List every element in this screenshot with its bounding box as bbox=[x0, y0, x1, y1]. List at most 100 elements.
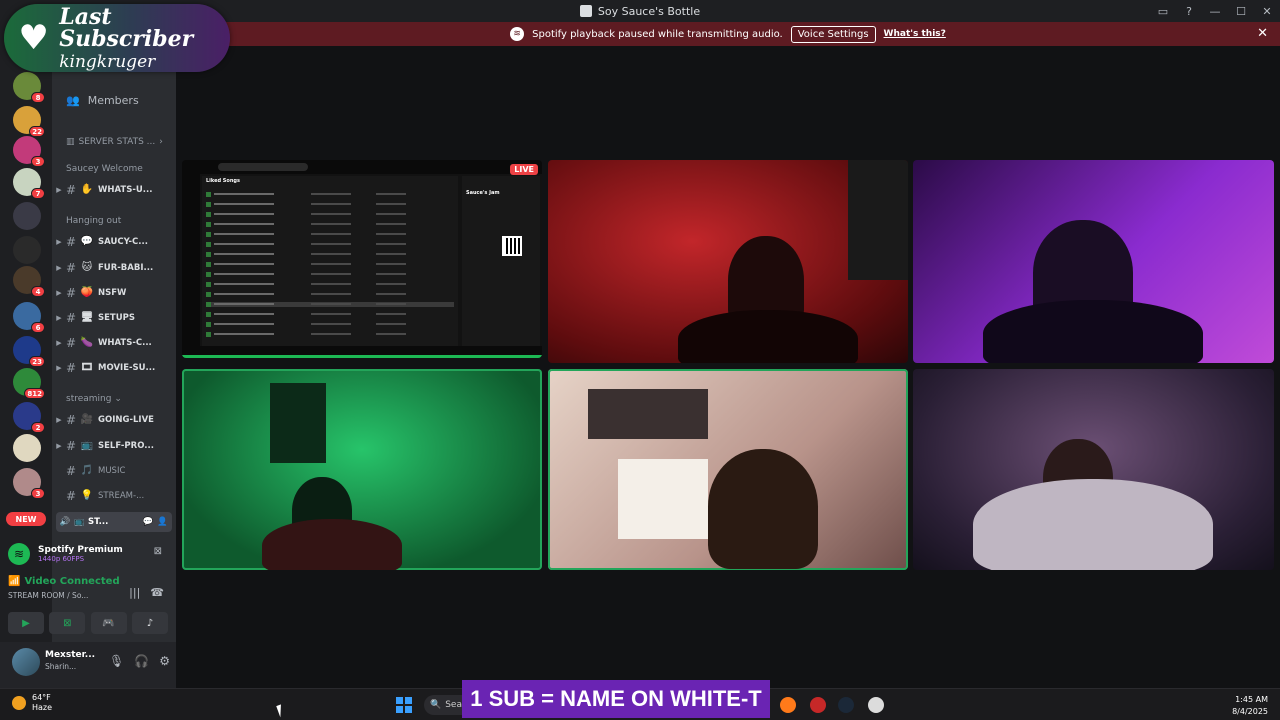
close-window-button[interactable]: ✕ bbox=[1254, 0, 1280, 22]
chat-icon[interactable]: 💬 bbox=[143, 517, 154, 527]
banner-close-icon[interactable]: ✕ bbox=[1257, 26, 1268, 41]
server-icon-5[interactable] bbox=[13, 202, 41, 230]
hash-icon: # bbox=[66, 336, 77, 350]
channel-label: SELF-PRO... bbox=[98, 441, 154, 451]
channel-whats-up[interactable]: ▶ # ✋ WHATS-U... bbox=[52, 180, 176, 200]
voice-action-row: ▶ ⊠ 🎮 ♪ bbox=[8, 612, 168, 636]
steam-icon[interactable] bbox=[838, 697, 854, 713]
voice-settings-button[interactable]: Voice Settings bbox=[790, 25, 876, 43]
category-streaming[interactable]: streaming ⌄ bbox=[66, 394, 122, 404]
music-icon: 🎵 bbox=[80, 465, 94, 476]
chrome-icon[interactable] bbox=[810, 697, 826, 713]
channel-movie-suggestions[interactable]: ▶ # 🎞 MOVIE-SU... bbox=[52, 358, 176, 378]
video-tile-3[interactable] bbox=[913, 160, 1274, 363]
server-icon-1[interactable]: 8 bbox=[13, 72, 45, 103]
noise-suppression-icon[interactable]: ||| bbox=[129, 586, 140, 599]
hash-icon: # bbox=[66, 311, 77, 325]
screen-share-stop-icon[interactable]: ⊠ bbox=[154, 546, 162, 557]
inbox-icon[interactable]: ▭ bbox=[1150, 0, 1176, 22]
weather-widget[interactable]: 64°F Haze bbox=[12, 693, 52, 712]
channel-label: FUR-BABI... bbox=[98, 263, 154, 273]
channel-setups[interactable]: ▶ # 🖥 SETUPS bbox=[52, 308, 176, 328]
wall-poster bbox=[588, 389, 708, 439]
video-tile-6[interactable] bbox=[913, 369, 1274, 570]
server-icon-6[interactable] bbox=[13, 236, 41, 264]
channel-fur-babies[interactable]: ▶ # 🐱 FUR-BABI... bbox=[52, 258, 176, 278]
soundboard-button[interactable]: ♪ bbox=[131, 612, 168, 634]
channel-self-promo[interactable]: ▶ # 📺 SELF-PRO... bbox=[52, 436, 176, 456]
person-head bbox=[708, 449, 818, 569]
camera-button[interactable]: ▶ bbox=[8, 612, 44, 634]
server-icon-7[interactable]: 4 bbox=[13, 266, 45, 297]
gear-icon[interactable]: ⚙ bbox=[159, 654, 170, 668]
members-item[interactable]: 👥 Members bbox=[66, 94, 139, 107]
microphone-icon[interactable]: 🎙 bbox=[109, 654, 124, 668]
spotify-title: Spotify Premium bbox=[38, 545, 123, 555]
heart-icon: ♥ bbox=[18, 18, 49, 58]
chevron-right-icon: ▶ bbox=[56, 289, 62, 297]
mention-badge: 6 bbox=[31, 322, 45, 333]
film-icon: 🎞 bbox=[80, 362, 94, 373]
mention-badge: 812 bbox=[24, 388, 45, 399]
spotify-icon: ≋ bbox=[510, 27, 525, 41]
add-user-icon[interactable]: 👤 bbox=[157, 517, 168, 527]
screen-share-button[interactable]: ⊠ bbox=[49, 612, 86, 634]
screen-share-tile[interactable]: Liked Songs Sauce's Jam LIVE bbox=[182, 160, 542, 358]
help-icon[interactable]: ? bbox=[1176, 0, 1202, 22]
server-icon-3[interactable]: 3 bbox=[13, 136, 45, 167]
channel-label: GOING-LIVE bbox=[98, 415, 154, 425]
firefox-icon[interactable] bbox=[780, 697, 796, 713]
whats-this-link[interactable]: What's this? bbox=[884, 29, 946, 39]
maximize-button[interactable]: ☐ bbox=[1228, 0, 1254, 22]
channel-label: MOVIE-SU... bbox=[98, 363, 156, 373]
mention-badge: 23 bbox=[29, 356, 45, 367]
spotify-activity-panel[interactable]: ≋ Spotify Premium 1440p 60FPS ⊠ bbox=[8, 538, 168, 570]
chevron-right-icon: ▶ bbox=[56, 442, 62, 450]
chevron-down-icon: ⌄ bbox=[114, 394, 122, 404]
video-tile-2[interactable] bbox=[548, 160, 908, 363]
server-icon-8[interactable]: 6 bbox=[13, 302, 45, 333]
server-icon-12[interactable] bbox=[13, 434, 41, 462]
mention-badge: 2 bbox=[31, 422, 45, 433]
server-icon-13[interactable]: 3 bbox=[13, 468, 45, 499]
username[interactable]: Mexster... bbox=[45, 650, 95, 660]
category-welcome[interactable]: Saucey Welcome bbox=[66, 164, 143, 174]
channel-going-live[interactable]: ▶ # 🎥 GOING-LIVE bbox=[52, 410, 176, 430]
headphones-icon[interactable]: 🎧 bbox=[134, 654, 149, 668]
last-subscriber-name: kingkruger bbox=[59, 51, 156, 72]
server-icon-9[interactable]: 23 bbox=[13, 336, 45, 367]
person-body bbox=[262, 519, 402, 570]
speech-bubble-icon: 💬 bbox=[80, 236, 94, 247]
mention-badge: 7 bbox=[31, 188, 45, 199]
video-tile-4[interactable] bbox=[182, 369, 542, 570]
members-icon: 👥 bbox=[66, 94, 80, 107]
windows-start-icon[interactable] bbox=[396, 697, 412, 713]
channel-label: NSFW bbox=[98, 288, 127, 298]
chevron-right-icon: ▶ bbox=[56, 364, 62, 372]
disconnect-icon[interactable]: ☎ bbox=[150, 586, 164, 599]
category-hanging-out[interactable]: Hanging out bbox=[66, 216, 121, 226]
server-icon-10[interactable]: 812 bbox=[13, 368, 45, 399]
activity-button[interactable]: 🎮 bbox=[90, 612, 127, 634]
channel-nsfw[interactable]: ▶ # 🍑 NSFW bbox=[52, 283, 176, 303]
window-title-group: Soy Sauce's Bottle bbox=[579, 4, 701, 18]
avatar[interactable] bbox=[12, 648, 40, 676]
voice-connected-panel: 📶 Video Connected STREAM ROOM / So... |||… bbox=[8, 576, 168, 612]
server-icon-11[interactable]: 2 bbox=[13, 402, 45, 433]
channel-whats-cooking[interactable]: ▶ # 🍆 WHATS-C... bbox=[52, 333, 176, 353]
app-root: Soy Sauce's Bottle ▭ ? — ☐ ✕ ≋ Spotify p… bbox=[0, 0, 1280, 720]
taskbar-clock[interactable]: 1:45 AM 8/4/2025 bbox=[1232, 694, 1268, 718]
channel-saucy-chat[interactable]: ▶ # 💬 SAUCY-C... bbox=[52, 232, 176, 252]
channel-music[interactable]: # 🎵 MUSIC bbox=[52, 461, 176, 481]
server-icon-2[interactable]: 22 bbox=[13, 106, 45, 137]
channel-stream-chat[interactable]: # 💡 STREAM-... bbox=[52, 486, 176, 506]
mention-badge: 22 bbox=[29, 126, 45, 137]
voice-channel-stream-room[interactable]: 🔊 📺 ST... 💬 👤 bbox=[56, 512, 172, 532]
server-stats-category[interactable]: ▥ SERVER STATS ... › bbox=[66, 137, 163, 147]
video-tile-5[interactable] bbox=[548, 369, 908, 570]
minimize-button[interactable]: — bbox=[1202, 0, 1228, 22]
obs-icon[interactable] bbox=[868, 697, 884, 713]
server-icon-4[interactable]: 7 bbox=[13, 168, 45, 199]
hash-icon: # bbox=[66, 361, 77, 375]
window-title: Soy Sauce's Bottle bbox=[597, 4, 701, 18]
